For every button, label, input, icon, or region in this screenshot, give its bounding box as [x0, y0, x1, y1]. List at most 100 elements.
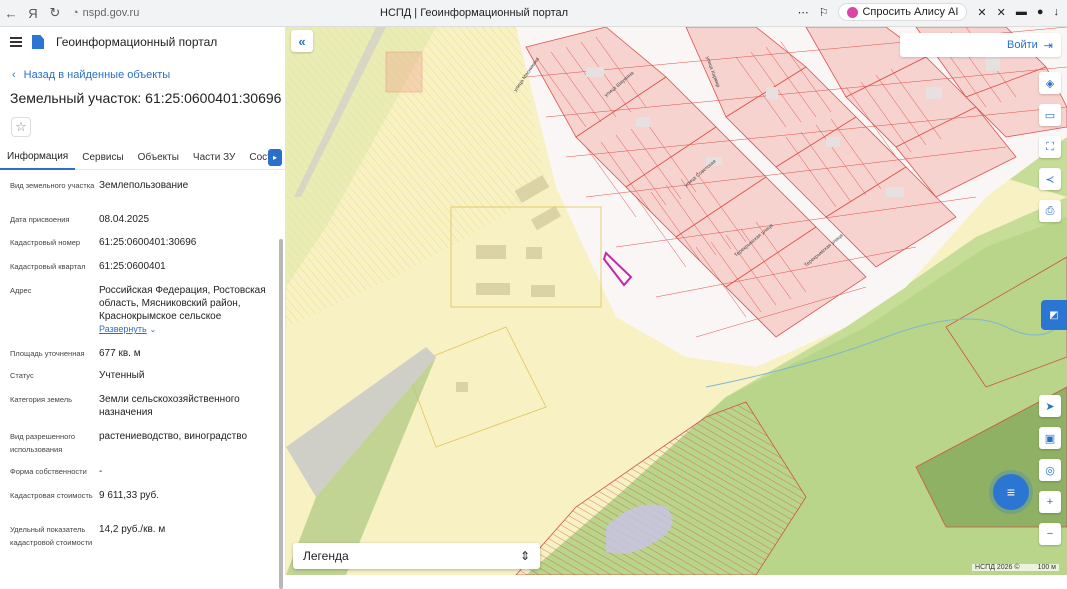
attribute-label: Дата присвоения — [10, 215, 70, 224]
attribute-row: Вид земельного участка Землепользование — [10, 179, 270, 192]
small-parcel — [385, 51, 423, 93]
login-label: Войти — [1006, 39, 1038, 51]
legend-label: Легенда — [303, 549, 349, 563]
attribute-label: Кадастровая стоимость — [10, 491, 93, 500]
attribute-label: Вид разрешенного использования — [10, 432, 76, 454]
attribute-value: Земли сельскохозяйственного назначения — [99, 394, 240, 418]
ruler-icon[interactable]: ▭ — [1039, 104, 1061, 126]
tab-composition[interactable]: Состав — [242, 146, 289, 170]
tab-bar: Информация Сервисы Объекты Части ЗУ Сост… — [0, 146, 286, 170]
attribute-row: Категория земель Земли сельскохозяйствен… — [10, 393, 270, 419]
attribute-row: Вид разрешенного использования растениев… — [10, 430, 270, 456]
share-icon[interactable]: ≺ — [1039, 168, 1061, 190]
tab-services[interactable]: Сервисы — [75, 146, 130, 170]
ask-alice-button[interactable]: Спросить Алису AI — [838, 3, 968, 21]
map-attribution: НСПД 2026 © 100 м — [972, 564, 1059, 571]
tabs-next-icon[interactable]: ▸ — [268, 149, 282, 166]
attribute-row: Кадастровая стоимость 9 611,33 руб. — [10, 489, 270, 502]
tab-title: НСПД | Геоинформационный портал — [380, 7, 569, 19]
expand-label: Развернуть — [99, 324, 147, 334]
chat-icon[interactable]: ≡ — [993, 474, 1029, 510]
zoom-in-button[interactable]: + — [1039, 491, 1061, 513]
attribute-row: Кадастровый номер 61:25:0600401:30696 — [10, 236, 270, 249]
attribute-label: Статус — [10, 371, 34, 380]
attribute-label: Кадастровый квартал — [10, 262, 86, 271]
expand-link[interactable]: Развернуть ⌄ — [99, 323, 269, 336]
attribute-label: Кадастровый номер — [10, 238, 81, 247]
downloads-icon[interactable]: ▬ — [1016, 6, 1027, 18]
minimap-icon[interactable]: ▣ — [1039, 427, 1061, 449]
app-header: Геоинформационный портал — [0, 27, 285, 57]
page-title: Земельный участок: 61:25:0600401:30696 — [10, 90, 282, 106]
favorite-star-icon[interactable]: ☆ — [11, 117, 31, 137]
portal-logo-icon — [32, 35, 44, 49]
login-icon: ⇥ — [1043, 39, 1053, 52]
address-text: Российская Федерация, Ростовская область… — [99, 285, 266, 322]
layers-icon[interactable]: ◈ — [1039, 72, 1061, 94]
zoom-out-button[interactable]: − — [1039, 523, 1061, 545]
alice-label: Спросить Алису AI — [862, 6, 959, 18]
back-link[interactable]: ‹ Назад в найденные объекты — [12, 69, 170, 81]
attribute-label: Удельный показатель кадастровой стоимост… — [10, 525, 93, 547]
more-icon[interactable]: ⋯ — [798, 6, 809, 19]
tab-parts[interactable]: Части ЗУ — [186, 146, 242, 170]
collapse-panel-icon[interactable]: « — [291, 30, 313, 52]
attribute-row: Площадь уточненная 677 кв. м — [10, 347, 270, 360]
browser-toolbar: ← Я ↻ ◔ nspd.gov.ru НСПД | Геоинформацио… — [0, 0, 1067, 27]
locate-icon[interactable]: ➤ — [1039, 395, 1061, 417]
menu-icon[interactable] — [10, 37, 22, 47]
attribute-label: Адрес — [10, 286, 32, 295]
attribute-label: Площадь уточненная — [10, 349, 85, 358]
side-assistant-icon[interactable]: ◩ — [1041, 300, 1067, 330]
attribute-label: Вид земельного участка — [10, 181, 95, 190]
login-button[interactable]: Войти ⇥ — [900, 33, 1061, 57]
chevron-down-icon: ⌄ — [149, 325, 157, 334]
attribute-value: 677 кв. м — [99, 348, 141, 359]
app-title: Геоинформационный портал — [56, 35, 218, 49]
attribute-row: Адрес Российская Федерация, Ростовская о… — [10, 284, 270, 336]
attribute-label: Форма собственности — [10, 467, 87, 476]
tab-objects[interactable]: Объекты — [131, 146, 186, 170]
attribute-row: Форма собственности - — [10, 465, 270, 478]
attribute-value: Российская Федерация, Ростовская область… — [99, 284, 269, 336]
map-style-icon[interactable]: ◎ — [1039, 459, 1061, 481]
legend-select[interactable]: Легенда ⇕ — [293, 543, 540, 569]
copyright-text: НСПД 2026 © — [975, 564, 1020, 571]
extension-icon[interactable]: ✕ — [997, 6, 1006, 19]
yandex-icon[interactable]: Я — [22, 2, 44, 24]
print-icon[interactable]: ⎙ — [1039, 200, 1061, 222]
bookmark-icon[interactable]: ⚐ — [819, 6, 829, 19]
attribute-row: Дата присвоения 08.04.2025 — [10, 213, 270, 226]
extension-icon[interactable]: ✕ — [977, 6, 986, 19]
tab-info[interactable]: Информация — [0, 146, 76, 170]
chevron-updown-icon: ⇕ — [519, 549, 530, 563]
alice-icon — [847, 6, 859, 18]
attribute-value: 61:25:0600401:30696 — [99, 237, 197, 248]
attribute-label: Категория земель — [10, 395, 73, 404]
area-select-icon[interactable]: ⛶ — [1039, 136, 1061, 158]
attribute-row: Кадастровый квартал 61:25:0600401 — [10, 260, 270, 273]
scale-label: 100 м — [1037, 564, 1056, 571]
attribute-row: Удельный показатель кадастровой стоимост… — [10, 523, 270, 549]
chevron-left-icon: ‹ — [12, 69, 16, 81]
attribute-value: Землепользование — [99, 180, 189, 191]
sidebar: Геоинформационный портал ‹ Назад в найде… — [0, 27, 286, 589]
menu-icon[interactable]: ↓ — [1054, 6, 1060, 18]
attribute-value: 9 611,33 руб. — [99, 490, 160, 501]
attribute-value: Учтенный — [99, 370, 145, 381]
url-text: nspd.gov.ru — [82, 7, 140, 19]
attribute-value: 14,2 руб./кв. м — [99, 524, 166, 535]
back-arrow-icon[interactable]: ← — [0, 2, 22, 24]
reload-icon[interactable]: ↻ — [44, 2, 66, 24]
attribute-value: 08.04.2025 — [99, 214, 150, 225]
attribute-value: - — [99, 466, 103, 477]
attribute-value: растениеводство, виноградство — [99, 431, 248, 442]
attribute-row: Статус Учтенный — [10, 369, 270, 382]
map-view[interactable]: улица Советская улица Мясникяна улица Ша… — [286, 27, 1067, 575]
sidebar-scrollbar[interactable] — [279, 239, 283, 589]
back-label: Назад в найденные объекты — [23, 69, 171, 81]
shield-icon: ◔ — [72, 7, 79, 19]
map-canvas[interactable]: улица Советская улица Мясникяна улица Ша… — [286, 27, 1067, 575]
address-bar[interactable]: ◔ nspd.gov.ru — [72, 7, 272, 19]
extension-icon[interactable]: ● — [1037, 6, 1044, 18]
